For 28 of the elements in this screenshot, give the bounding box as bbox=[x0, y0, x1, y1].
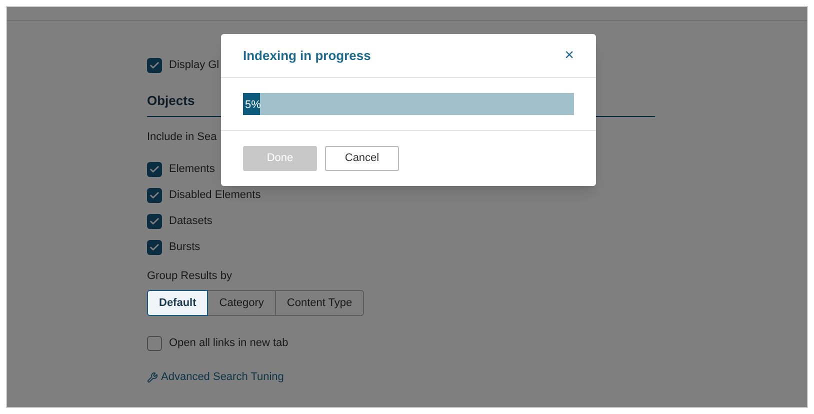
dialog-title: Indexing in progress bbox=[243, 46, 371, 65]
check-icon bbox=[149, 242, 160, 253]
checkbox[interactable] bbox=[147, 214, 162, 229]
group-label: Group Results by bbox=[147, 268, 233, 284]
group-option[interactable]: Category bbox=[207, 290, 276, 316]
dialog-button[interactable]: Cancel bbox=[325, 146, 399, 171]
checkbox-label: Open all links in new tab bbox=[169, 336, 288, 351]
checkbox[interactable] bbox=[147, 162, 162, 177]
checkbox-label: Bursts bbox=[169, 240, 200, 256]
checkbox-label: Display Gl bbox=[169, 58, 220, 73]
check-icon bbox=[149, 190, 160, 201]
check-icon bbox=[149, 164, 160, 175]
checkbox[interactable] bbox=[147, 336, 162, 350]
group-option[interactable]: Default bbox=[147, 290, 208, 316]
section-title: Objects bbox=[147, 93, 195, 108]
checkbox-label: Datasets bbox=[169, 214, 212, 230]
advanced-search-link[interactable]: Advanced Search Tuning bbox=[147, 369, 807, 386]
checkbox[interactable] bbox=[147, 58, 162, 72]
wrench-icon bbox=[147, 372, 158, 383]
check-icon bbox=[149, 216, 160, 227]
include-label: Include in Sea bbox=[147, 130, 218, 145]
checkbox[interactable] bbox=[147, 188, 162, 203]
check-icon bbox=[149, 60, 160, 70]
checkbox-label: Elements bbox=[169, 162, 215, 178]
checkbox-label: Disabled Elements bbox=[169, 188, 261, 204]
checkbox[interactable] bbox=[147, 240, 162, 255]
group-option[interactable]: Content Type bbox=[274, 290, 364, 316]
close-button[interactable]: × bbox=[564, 48, 574, 64]
